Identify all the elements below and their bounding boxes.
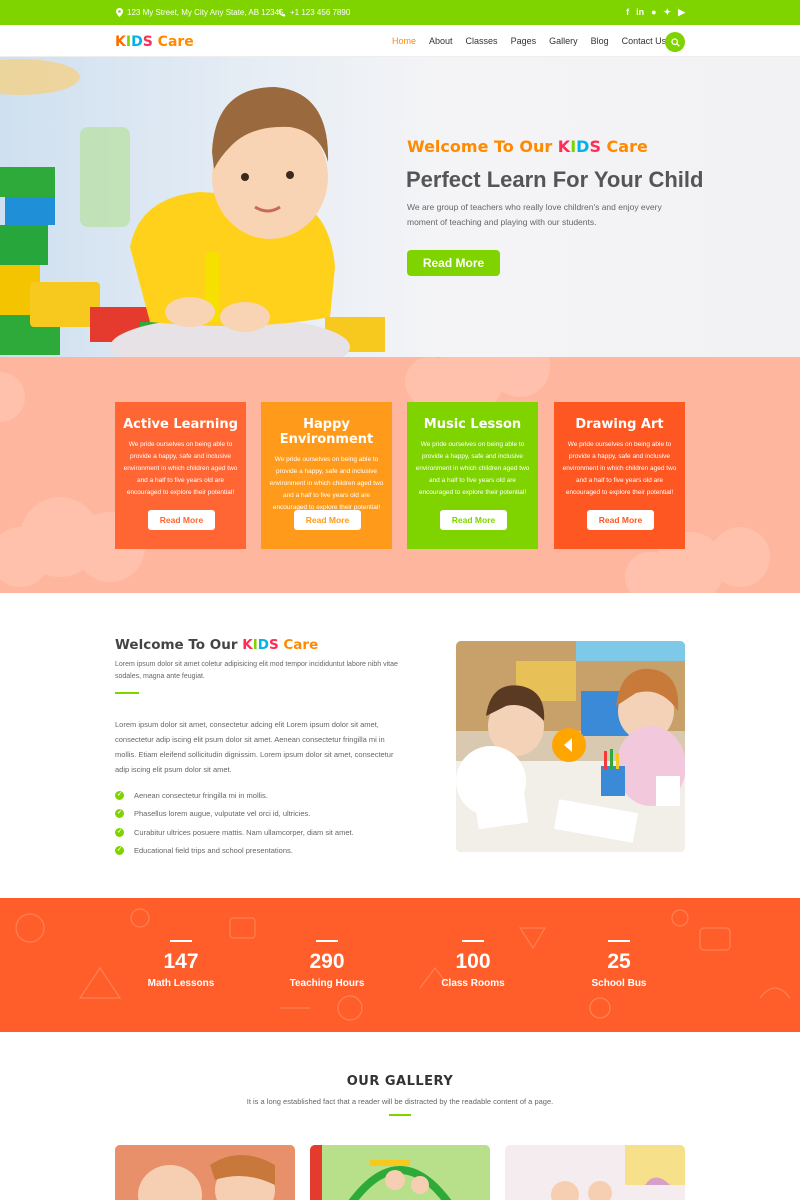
- gallery-title: OUR GALLERY: [346, 1074, 454, 1089]
- phone-icon: [278, 9, 286, 16]
- features-section: Active Learning We pride ourselves on be…: [0, 357, 800, 593]
- nav-item-pages[interactable]: Pages: [511, 36, 537, 46]
- list-item: ✓ Curabitur ultrices posuere mattis. Nam …: [115, 827, 354, 837]
- feature-title: Active Learning: [123, 417, 238, 432]
- check-icon: ✓: [115, 827, 124, 837]
- stat-label: School Bus: [591, 977, 647, 989]
- feature-title: Drawing Art: [575, 417, 664, 432]
- twitter-icon[interactable]: ✦: [664, 7, 672, 18]
- search-icon: [670, 37, 680, 47]
- gallery-photo-2: [310, 1145, 490, 1200]
- stat-value: 147: [163, 949, 199, 973]
- youtube-icon[interactable]: ▶: [678, 7, 685, 18]
- phone-text: +1 123 456 7890: [290, 8, 351, 17]
- feature-card-music-lesson: Music Lesson We pride ourselves on being…: [407, 402, 538, 549]
- facebook-icon[interactable]: f: [626, 7, 629, 18]
- check-icon: ✓: [115, 790, 124, 800]
- gallery-section: OUR GALLERY It is a long established fac…: [0, 1032, 800, 1200]
- stat-label: Math Lessons: [147, 977, 215, 989]
- feature-title: Music Lesson: [423, 417, 522, 432]
- check-icon: ✓: [115, 809, 124, 819]
- nav-item-gallery[interactable]: Gallery: [549, 36, 578, 46]
- hero-subtitle: Welcome To Our KIDS Care: [407, 137, 648, 156]
- list-item: ✓ Phasellus lorem augue, vulputate vel or…: [115, 809, 311, 819]
- doodle-pattern: [15, 908, 791, 1021]
- feature-card-active-learning: Active Learning We pride ourselves on be…: [115, 402, 246, 549]
- linkedin-icon[interactable]: in: [636, 7, 644, 18]
- chevron-left-icon: [564, 738, 572, 752]
- stats-section: 147 Math Lessons 290 Teaching Hours 100 …: [0, 898, 800, 1032]
- feature-text: We pride ourselves on being able to prov…: [269, 456, 384, 511]
- divider: [608, 940, 630, 942]
- divider: [170, 940, 192, 942]
- about-lead: Lorem ipsum dolor sit amet coletur adipi…: [115, 661, 398, 680]
- about-title: Welcome To Our KIDS Care: [115, 637, 319, 653]
- feature-read-more-button[interactable]: Read More: [440, 510, 507, 530]
- feature-read-more-button[interactable]: Read More: [587, 510, 654, 530]
- hero-title: Perfect Learn For Your Child: [406, 167, 704, 192]
- feature-card-happy-environment: Happy Environment We pride ourselves on …: [261, 402, 392, 549]
- stat-class-rooms: 100 Class Rooms: [418, 940, 528, 989]
- stat-math-lessons: 147 Math Lessons: [126, 940, 236, 989]
- gallery-image[interactable]: [310, 1145, 490, 1200]
- hero-read-more-button[interactable]: Read More: [407, 250, 500, 276]
- address-text: 123 My Street, My City Any State, AB 123…: [127, 8, 286, 17]
- gallery-photo-1: [115, 1145, 295, 1200]
- hero-banner: Welcome To Our KIDS Care Perfect Learn F…: [0, 57, 800, 357]
- about-section: Welcome To Our KIDS Care Lorem ipsum dol…: [0, 593, 800, 898]
- hero-description: We are group of teachers who really love…: [407, 202, 662, 227]
- stat-label: Class Rooms: [441, 977, 505, 989]
- search-button[interactable]: [665, 32, 685, 52]
- list-item: ✓ Aenean consectetur fringilla mi in moll…: [115, 790, 268, 800]
- feature-text: We pride ourselves on being able to prov…: [415, 441, 530, 496]
- gallery-subtitle: It is a long established fact that a rea…: [246, 1097, 554, 1106]
- address: 123 My Street, My City Any State, AB 123…: [116, 8, 286, 17]
- location-pin-icon: [116, 8, 123, 17]
- social-links: f in ● ✦ ▶: [626, 7, 685, 18]
- main-navigation: KIDS Care Home About Classes Pages Galle…: [0, 25, 800, 57]
- check-icon: ✓: [115, 846, 124, 856]
- feature-read-more-button[interactable]: Read More: [148, 510, 215, 530]
- stat-label: Teaching Hours: [289, 977, 365, 989]
- stat-teaching-hours: 290 Teaching Hours: [272, 940, 382, 989]
- divider: [462, 940, 484, 942]
- list-item: ✓ Educational field trips and school pres…: [115, 846, 293, 856]
- phone[interactable]: +1 123 456 7890: [278, 8, 350, 17]
- gallery-image[interactable]: [115, 1145, 295, 1200]
- nav-menu: Home About Classes Pages Gallery Blog Co…: [392, 36, 666, 46]
- divider: [115, 692, 139, 694]
- stat-value: 25: [607, 949, 631, 973]
- pinterest-icon[interactable]: ●: [651, 7, 656, 18]
- nav-item-about[interactable]: About: [429, 36, 453, 46]
- feature-title: Happy Environment: [279, 417, 374, 447]
- stat-school-bus: 25 School Bus: [564, 940, 674, 989]
- about-photo: [456, 641, 685, 852]
- about-list: ✓ Aenean consectetur fringilla mi in moll…: [115, 786, 354, 860]
- feature-text: We pride ourselves on being able to prov…: [123, 441, 238, 496]
- top-bar: 123 My Street, My City Any State, AB 123…: [0, 0, 800, 25]
- gallery-image[interactable]: [505, 1145, 685, 1200]
- nav-item-classes[interactable]: Classes: [466, 36, 498, 46]
- nav-item-blog[interactable]: Blog: [591, 36, 609, 46]
- hero-image: [0, 59, 385, 357]
- gallery-photo-3: [505, 1145, 685, 1200]
- nav-item-contact[interactable]: Contact Us: [622, 36, 667, 46]
- divider: [316, 940, 338, 942]
- feature-card-drawing-art: Drawing Art We pride ourselves on being …: [554, 402, 685, 549]
- site-logo[interactable]: KIDS Care: [115, 34, 194, 50]
- slider-prev-button[interactable]: [552, 728, 586, 762]
- stat-value: 100: [455, 949, 491, 973]
- feature-read-more-button[interactable]: Read More: [294, 510, 361, 530]
- stat-value: 290: [309, 949, 345, 973]
- nav-item-home[interactable]: Home: [392, 36, 416, 46]
- about-body: Lorem ipsum dolor sit amet, consectetur …: [115, 720, 394, 774]
- divider: [389, 1114, 411, 1116]
- feature-text: We pride ourselves on being able to prov…: [562, 441, 677, 496]
